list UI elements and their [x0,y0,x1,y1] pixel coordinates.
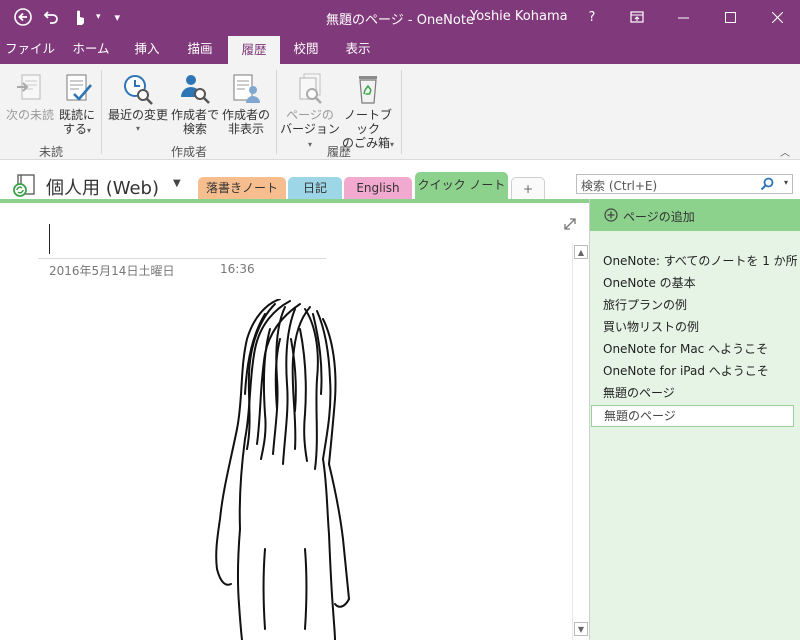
ink-drawing-girl[interactable] [205,299,355,640]
section-tab-diary[interactable]: 日記 [288,177,342,199]
page-list-pane: ページの追加 OneNote: すべてのノートを 1 か所 OneNote の基… [589,199,800,640]
mark-read-icon [66,74,92,101]
maximize-icon [724,11,736,23]
search-icon[interactable] [760,177,774,191]
page-list-item[interactable]: 旅行プランの例 [590,294,800,316]
minimize-button[interactable] [660,0,706,34]
recycle-bin-icon [359,76,377,104]
search-scope-dropdown[interactable]: ▾ [784,178,788,187]
group-label-history: 履歴 [326,145,351,159]
full-page-view-icon[interactable] [563,217,577,231]
mark-read-label-1: 既読に [58,108,95,122]
tab-history[interactable]: 履歴 [228,36,280,64]
clock-search-icon [124,75,153,105]
section-tab-label: 落書きノート [205,181,278,195]
group-label-authors: 作成者 [170,145,207,159]
recycle-bin-label-1: ノートブック [343,108,392,136]
minimize-icon [677,17,689,18]
person-search-icon [181,75,210,104]
find-by-author-button[interactable]: 作成者で 検索 [170,72,220,136]
ribbon: 次の未読 既読に する▾ 未読 最近の変更 ▾ 作成者で 検索 作成者の 非表示… [0,64,800,160]
group-label-unread: 未読 [38,145,63,159]
page-list-item[interactable]: OneNote: すべてのノートを 1 か所 [590,250,800,272]
page-title-underline [38,258,326,259]
user-account[interactable]: Yoshie Kohama [470,9,568,24]
page-list-item-selected[interactable]: 無題のページ [591,405,794,427]
group-separator [276,70,277,154]
hide-authors-label-2: 非表示 [227,122,264,136]
tab-view[interactable]: 表示 [332,34,384,64]
section-tab-label: クイック ノート [417,178,506,192]
page-canvas[interactable]: 2016年5月14日土曜日 16:36 [0,203,576,640]
section-tab-label: 日記 [302,181,327,195]
page-scrollbar[interactable]: ▲ ▼ [572,243,588,640]
scroll-up-button[interactable]: ▲ [574,245,588,259]
page-versions-label-1: ページの [286,108,334,122]
next-unread-icon [17,74,41,100]
next-unread-label: 次の未読 [5,108,54,122]
find-by-author-label-1: 作成者で [170,108,219,122]
ribbon-display-icon [630,11,644,23]
notebook-name[interactable]: 個人用 (Web) [46,174,159,200]
group-separator [101,70,102,154]
collapse-ribbon-button[interactable]: ︿ [780,144,790,159]
scroll-down-button[interactable]: ▼ [574,622,588,636]
mark-as-read-button[interactable]: 既読に する▾ [56,72,98,138]
help-button[interactable]: ? [569,0,615,34]
close-button[interactable] [754,0,800,34]
notebook-bar: 個人用 (Web) ▼ 落書きノート 日記 English クイック ノート +… [0,161,800,199]
hide-authors-icon [233,74,260,103]
ribbon-tab-bar: ファイル ホーム 挿入 描画 履歴 校閲 表示 [0,34,800,64]
section-tab-label: English [356,181,400,195]
add-circle-icon [604,208,618,222]
tab-file[interactable]: ファイル [0,34,60,64]
ribbon-display-options-button[interactable] [614,0,660,34]
title-bar: ▾ ▾ 無題のページ - OneNote Yoshie Kohama ? [0,0,800,34]
tab-review[interactable]: 校閲 [282,34,330,64]
group-separator [401,70,402,154]
title-text-cursor[interactable] [49,224,50,254]
page-versions-icon [299,73,322,104]
recent-edits-button[interactable]: 最近の変更 ▾ [106,72,170,136]
hide-authors-label-1: 作成者の [222,108,271,122]
page-list-item[interactable]: OneNote の基本 [590,272,800,294]
maximize-button[interactable] [707,0,753,34]
page-time: 16:36 [220,262,255,276]
close-icon [771,11,783,23]
notebook-recycle-bin-button[interactable]: ノートブック のごみ箱▾ [340,72,396,152]
find-by-author-label-2: 検索 [182,122,207,136]
notebook-dropdown[interactable]: ▼ [173,178,181,189]
add-page-button[interactable]: ページの追加 [590,199,800,231]
recent-edits-dropdown: ▾ [135,124,140,133]
section-tab-english[interactable]: English [344,177,412,199]
next-unread-button[interactable]: 次の未読 [4,72,56,122]
page-list-item[interactable]: OneNote for Mac へようこそ [590,338,800,360]
add-page-label: ページの追加 [623,210,695,224]
tab-draw[interactable]: 描画 [174,34,226,64]
page-list-item[interactable]: OneNote for iPad へようこそ [590,360,800,382]
page-list-item[interactable]: 無題のページ [590,382,800,404]
tab-insert[interactable]: 挿入 [122,34,172,64]
add-section-button[interactable]: + [511,177,545,199]
tab-home[interactable]: ホーム [62,34,120,64]
section-tab-quick-notes[interactable]: クイック ノート [415,172,508,199]
page-list-item[interactable]: 買い物リストの例 [590,316,800,338]
search-box[interactable]: 検索 (Ctrl+E) ▾ [576,174,793,194]
hide-authors-button[interactable]: 作成者の 非表示 [222,72,270,136]
page-versions-button[interactable]: ページの バージョン▾ [280,72,340,152]
page-date: 2016年5月14日土曜日 [49,264,175,278]
recent-edits-label: 最近の変更 [107,108,168,122]
section-tab-graffiti[interactable]: 落書きノート [198,177,286,199]
notebook-sync-icon [13,174,35,197]
search-input[interactable]: 検索 (Ctrl+E) [581,177,657,194]
mark-read-label-2: する▾ [62,122,92,136]
